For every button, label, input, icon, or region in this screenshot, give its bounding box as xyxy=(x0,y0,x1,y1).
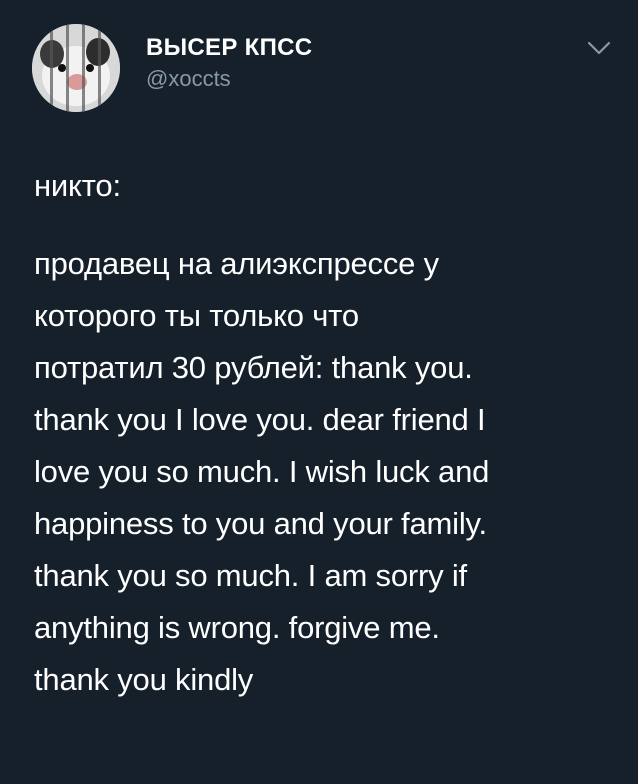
tweet-line: продавец на алиэкспрессе у xyxy=(34,246,439,281)
display-name[interactable]: ВЫСЕР КПСС xyxy=(146,34,312,62)
user-names: ВЫСЕР КПСС @xoccts xyxy=(146,34,312,92)
tweet-line: love you so much. I wish luck and xyxy=(34,454,490,489)
avatar[interactable] xyxy=(32,24,120,112)
tweet-line: thank you I love you. dear friend I xyxy=(34,402,486,437)
tweet: ВЫСЕР КПСС @xoccts никто: продавец на ал… xyxy=(0,0,638,784)
tweet-line: потратил 30 рублей: thank you. xyxy=(34,350,473,385)
tweet-text: никто: продавец на алиэкспрессе у которо… xyxy=(34,160,620,706)
tweet-line: которого ты только что xyxy=(34,298,359,333)
tweet-line: thank you so much. I am sorry if xyxy=(34,558,467,593)
tweet-header: ВЫСЕР КПСС @xoccts xyxy=(32,24,622,112)
user-handle[interactable]: @xoccts xyxy=(146,66,312,92)
tweet-line: happiness to you and your family. xyxy=(34,506,487,541)
tweet-line: anything is wrong. forgive me. xyxy=(34,610,440,645)
hamster-avatar-icon xyxy=(32,24,120,112)
tweet-intro: никто: xyxy=(34,168,121,203)
tweet-line: thank you kindly xyxy=(34,662,254,697)
chevron-down-icon[interactable] xyxy=(586,38,612,58)
